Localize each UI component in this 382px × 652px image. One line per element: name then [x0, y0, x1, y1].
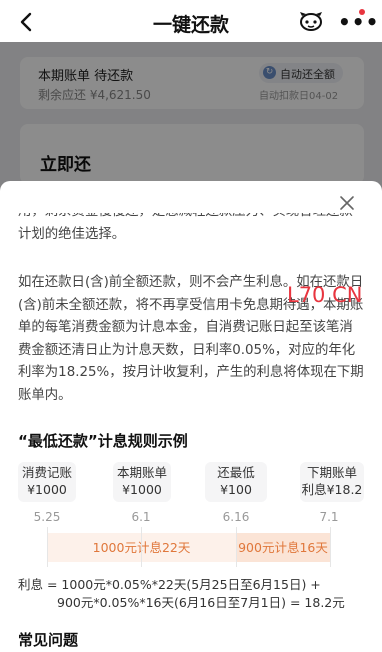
timeline-box-statement: 本期账单 ¥1000 [113, 462, 171, 502]
timeline-box-purchase: 消费记账 ¥1000 [18, 462, 76, 502]
timeline-box-value: ¥1000 [122, 482, 162, 497]
timeline-box-label: 还最低 [217, 465, 255, 480]
interest-formula-line-2: 900元*0.05%*16天(6月16日至7月1日) = 18.2元 [57, 595, 345, 610]
timeline-guide-line [141, 527, 142, 567]
example-title: “最低还款”计息规则示例 [18, 432, 188, 450]
intro-paragraph-text: 用，剩余资金慢慢还，是您减轻还款压力、实现合理还款计划的绝佳选择。 [18, 213, 353, 242]
timeline-box-label: 消费记账 [21, 465, 72, 480]
timeline-box-value: ¥100 [220, 482, 252, 497]
interest-formula-line-1: 利息 = 1000元*0.05%*22天(5月25日至6月15日) + [18, 577, 321, 592]
timeline-date: 5.25 [33, 510, 61, 524]
robot-assistant-icon[interactable] [298, 10, 324, 32]
timeline-box-value: ¥1000 [27, 482, 67, 497]
timeline-date: 7.1 [319, 510, 339, 524]
timeline-box-min-payment: 还最低 ¥100 [205, 462, 267, 502]
timeline-box-label: 下期账单 [306, 465, 357, 480]
faq-title: 常见问题 [18, 631, 79, 649]
timeline-date: 6.16 [222, 510, 250, 524]
timeline-guide-line [236, 527, 237, 567]
timeline-date: 6.1 [131, 510, 151, 524]
notification-dot [359, 9, 365, 15]
timeline-box-next-statement: 下期账单 利息¥18.2 [300, 462, 364, 502]
interest-period-2: 900元计息16天 [236, 533, 330, 562]
watermark-text: L70 CN [287, 283, 363, 307]
timeline-box-label: 本期账单 [116, 465, 167, 480]
timeline-guide-line [330, 527, 331, 567]
intro-paragraph: 用，剩余资金慢慢还，是您减轻还款压力、实现合理还款计划的绝佳选择。 [18, 213, 364, 261]
timeline-guide-line [47, 527, 48, 567]
timeline-box-value: 利息¥18.2 [301, 482, 363, 497]
page-title: 一键还款 [152, 14, 229, 36]
